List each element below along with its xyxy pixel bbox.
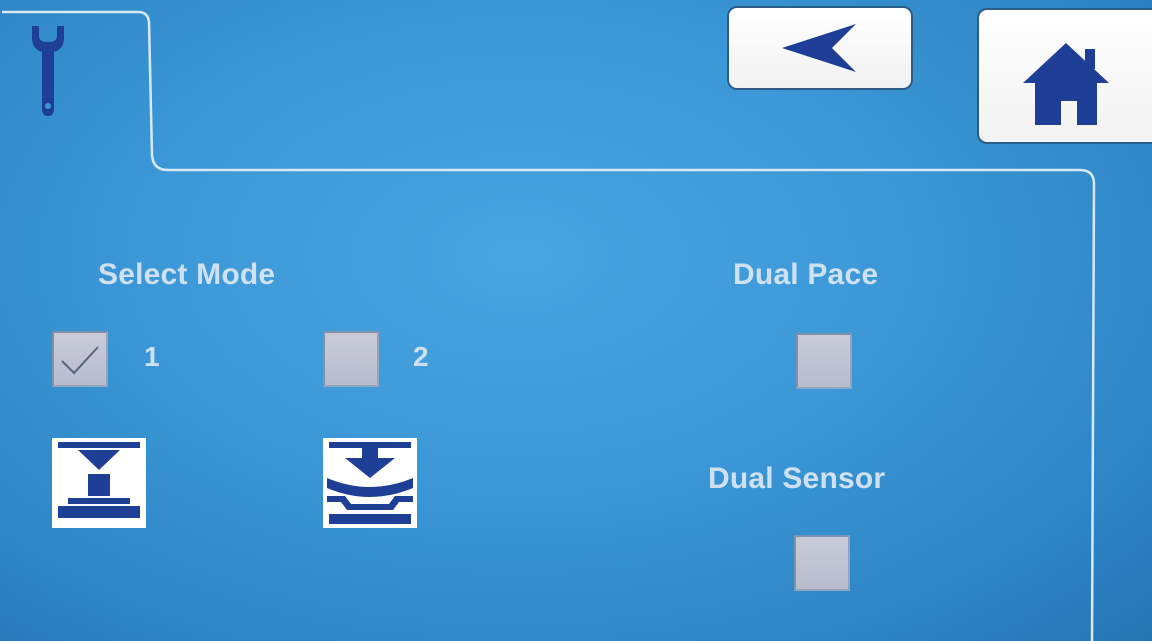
select-mode-title: Select Mode xyxy=(98,258,276,291)
dual-pace-title: Dual Pace xyxy=(733,258,879,291)
mode-1-checkbox[interactable] xyxy=(52,331,108,387)
wrench-icon[interactable] xyxy=(28,22,68,120)
dual-sensor-checkbox[interactable] xyxy=(794,535,850,591)
back-arrow-icon xyxy=(782,24,856,72)
mode-2-checkbox[interactable] xyxy=(323,331,379,387)
mode-2-label: 2 xyxy=(413,341,429,372)
checkmark-icon xyxy=(61,346,99,375)
press-bending-mode-icon[interactable] xyxy=(323,438,417,528)
dual-sensor-title: Dual Sensor xyxy=(708,462,886,495)
press-single-mode-icon[interactable] xyxy=(52,438,146,528)
back-button[interactable] xyxy=(727,6,913,90)
dual-pace-checkbox[interactable] xyxy=(796,333,852,389)
home-button[interactable] xyxy=(977,8,1152,144)
settings-screen: Select Mode 1 2 Dual Pace Dual Sensor xyxy=(0,0,1152,641)
home-icon xyxy=(1022,43,1109,125)
mode-1-label: 1 xyxy=(144,341,160,372)
